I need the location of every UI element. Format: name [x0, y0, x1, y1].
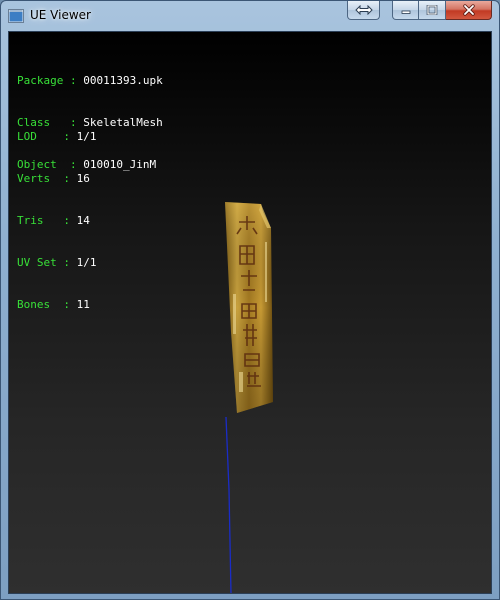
app-icon[interactable] [8, 9, 24, 23]
gold-plaque-mesh [225, 202, 273, 413]
window-title: UE Viewer [30, 8, 91, 22]
maximize-icon [426, 5, 438, 15]
minimize-icon [401, 10, 410, 14]
minimize-button[interactable] [392, 1, 419, 20]
maximize-button[interactable] [419, 1, 446, 20]
bone-line [225, 416, 232, 593]
3d-viewport[interactable]: Package : 00011393.upk Class : SkeletalM… [8, 31, 492, 594]
title-bar[interactable]: UE Viewer [1, 1, 499, 31]
app-window: UE Viewer Package : 00011393.upk Class:… [0, 0, 500, 600]
mesh-render[interactable] [9, 32, 492, 594]
swap-button[interactable] [347, 1, 380, 20]
swap-arrows-icon [354, 5, 373, 15]
close-icon [462, 4, 475, 16]
close-button[interactable] [446, 1, 492, 20]
